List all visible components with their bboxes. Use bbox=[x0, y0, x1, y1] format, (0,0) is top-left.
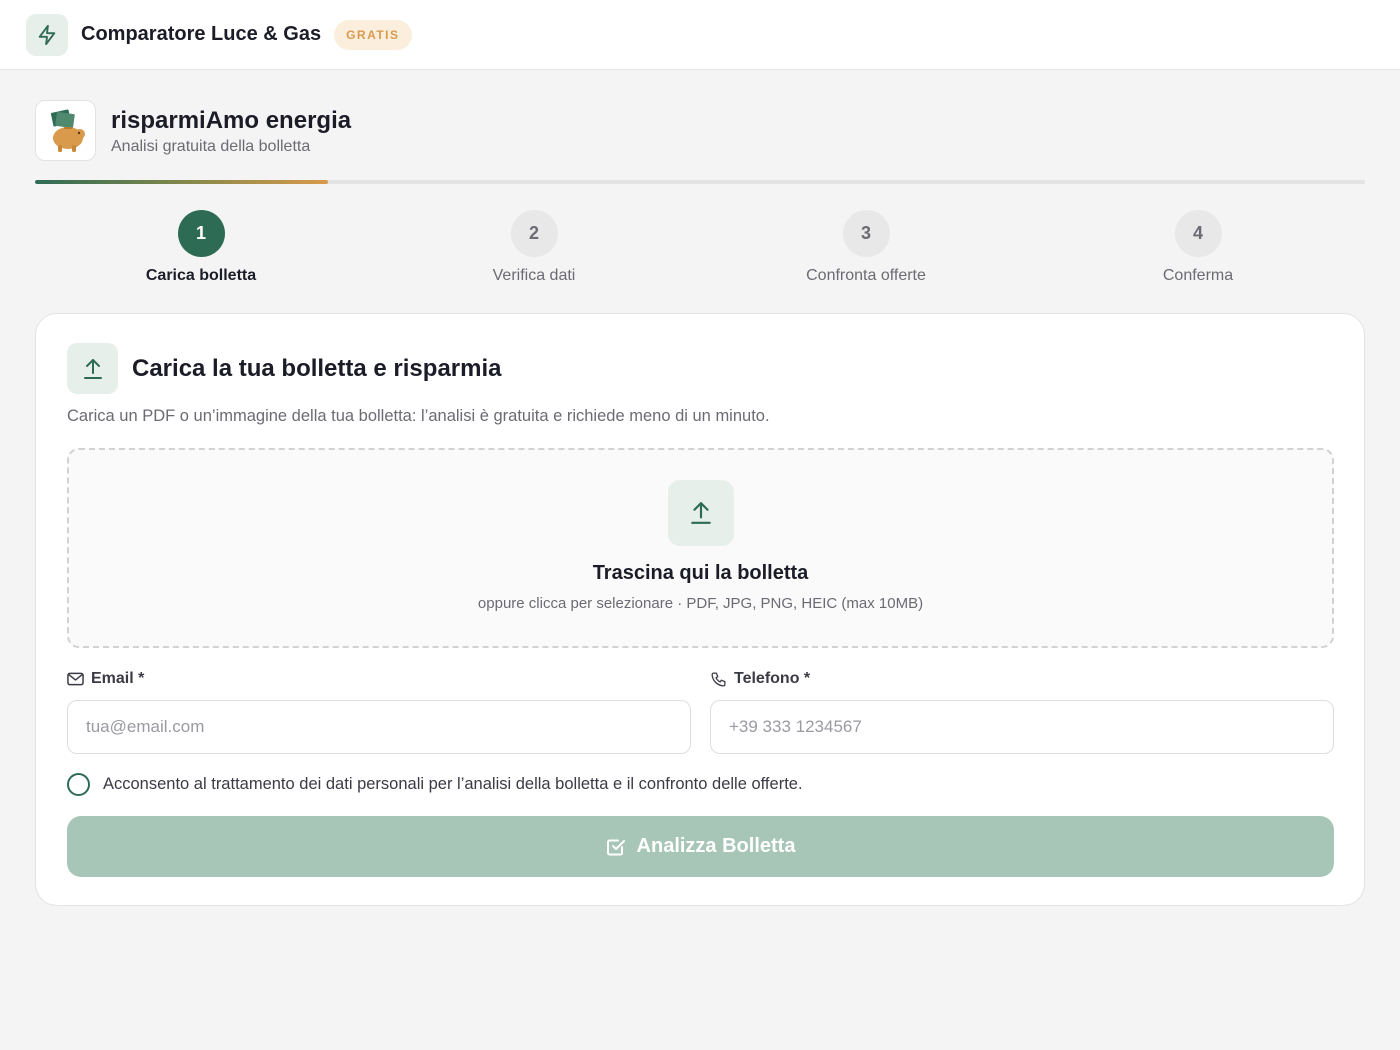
file-dropzone[interactable]: Trascina qui la bolletta oppure clicca p… bbox=[67, 448, 1334, 648]
phone-field[interactable] bbox=[710, 700, 1334, 754]
card-description: Carica un PDF o un’immagine della tua bo… bbox=[67, 407, 770, 425]
upload-card: Carica la tua bolletta e risparmia Caric… bbox=[35, 313, 1365, 906]
app-title: Comparatore Luce & Gas bbox=[81, 23, 322, 45]
consent-radio[interactable] bbox=[67, 773, 90, 796]
phone-icon bbox=[711, 671, 726, 687]
step-verifica-dati: 2 Verifica dati bbox=[414, 210, 654, 285]
brand-name: risparmiAmo energia bbox=[111, 106, 352, 134]
brand-subtitle: Analisi gratuita della bolletta bbox=[111, 137, 311, 155]
phone-label-text: Telefono * bbox=[734, 670, 811, 687]
step-label: Verifica dati bbox=[492, 267, 576, 284]
step-label: Carica bolletta bbox=[145, 267, 257, 284]
email-field[interactable] bbox=[67, 700, 691, 754]
brand-header: risparmiAmo energia Analisi gratuita del… bbox=[35, 100, 351, 161]
upload-icon bbox=[67, 343, 118, 394]
free-badge: GRATIS bbox=[334, 19, 412, 50]
step-confronta-offerte: 3 Confronta offerte bbox=[746, 210, 986, 285]
top-bar: Comparatore Luce & Gas GRATIS bbox=[0, 0, 1400, 70]
card-title: Carica la tua bolletta e risparmia bbox=[132, 354, 502, 382]
progress-bar bbox=[35, 180, 1365, 184]
piggy-bank-logo bbox=[35, 100, 96, 161]
upload-icon bbox=[667, 480, 734, 546]
step-number: 4 bbox=[1174, 210, 1222, 257]
step-number: 3 bbox=[842, 210, 890, 257]
step-carica-bolletta: 1 Carica bolletta bbox=[81, 210, 321, 285]
consent-text: Acconsento al trattamento dei dati perso… bbox=[103, 775, 803, 793]
email-label-text: Email * bbox=[91, 670, 145, 687]
consent-row[interactable]: Acconsento al trattamento dei dati perso… bbox=[67, 773, 803, 796]
progress-fill bbox=[35, 180, 328, 184]
step-number: 2 bbox=[510, 210, 558, 257]
step-label: Confronta offerte bbox=[806, 267, 926, 284]
step-conferma: 4 Conferma bbox=[1078, 210, 1318, 285]
step-label: Conferma bbox=[1162, 267, 1234, 284]
lightning-icon bbox=[26, 13, 68, 56]
analyze-button-label: Analizza Bolletta bbox=[636, 835, 796, 857]
email-label: Email * bbox=[67, 670, 144, 688]
checkbox-icon bbox=[606, 839, 625, 855]
dropzone-title: Trascina qui la bolletta bbox=[592, 562, 809, 584]
analyze-button[interactable]: Analizza Bolletta bbox=[67, 816, 1334, 877]
mail-icon bbox=[67, 672, 84, 686]
step-number: 1 bbox=[177, 210, 225, 257]
dropzone-subtitle: oppure clicca per selezionare · PDF, JPG… bbox=[477, 595, 924, 612]
phone-label: Telefono * bbox=[710, 670, 810, 688]
